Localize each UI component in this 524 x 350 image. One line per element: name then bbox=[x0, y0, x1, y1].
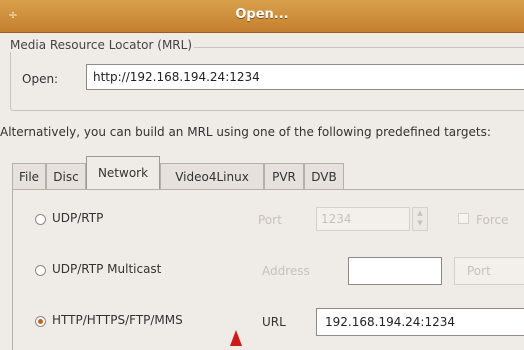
open-label: Open: bbox=[22, 72, 59, 86]
udp-multicast-radio[interactable] bbox=[35, 265, 46, 276]
tab-video4linux[interactable]: Video4Linux bbox=[160, 163, 264, 189]
multicast-port-field: Port bbox=[454, 257, 524, 285]
alternative-hint: Alternatively, you can build an MRL usin… bbox=[0, 125, 491, 139]
tab-network[interactable]: Network bbox=[86, 156, 160, 190]
tab-dvb[interactable]: DVB bbox=[304, 163, 344, 189]
udp-port-spinner: 1234 bbox=[316, 207, 410, 231]
http-radio[interactable] bbox=[35, 316, 46, 327]
window-title: Open... bbox=[235, 7, 289, 22]
udp-port-label: Port bbox=[258, 213, 282, 227]
multicast-address-input[interactable] bbox=[348, 257, 442, 285]
udp-rtp-radio[interactable] bbox=[35, 214, 46, 225]
tab-pvr[interactable]: PVR bbox=[264, 163, 304, 189]
force-checkbox bbox=[458, 213, 469, 224]
title-bar: ÷ Open... bbox=[0, 0, 524, 33]
spinner-arrows-icon: ▲ ▼ bbox=[412, 207, 428, 231]
tab-disc[interactable]: Disc bbox=[46, 163, 86, 189]
udp-multicast-label: UDP/RTP Multicast bbox=[52, 262, 162, 276]
open-mrl-input[interactable]: http://192.168.194.24:1234 bbox=[86, 64, 524, 90]
mrl-legend: Media Resource Locator (MRL) bbox=[8, 38, 195, 52]
url-label: URL bbox=[262, 315, 286, 329]
url-input[interactable]: 192.168.194.24:1234 bbox=[316, 308, 524, 336]
address-label: Address bbox=[262, 264, 310, 278]
udp-rtp-label: UDP/RTP bbox=[52, 211, 104, 225]
force-label: Force bbox=[476, 213, 509, 227]
http-label: HTTP/HTTPS/FTP/MMS bbox=[52, 313, 183, 327]
tab-file[interactable]: File bbox=[12, 163, 46, 189]
udp-port-value: 1234 bbox=[321, 212, 352, 226]
